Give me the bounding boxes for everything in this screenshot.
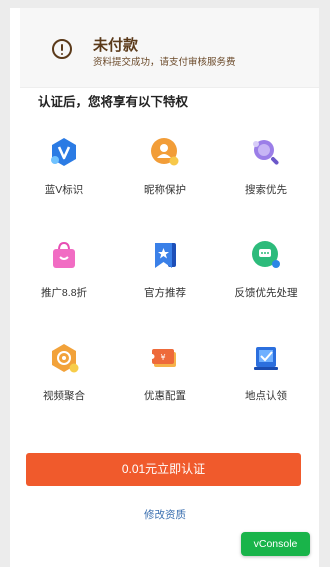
benefit-label: 推广8.8折	[40, 287, 88, 299]
warning-icon	[52, 39, 72, 59]
search-priority-icon	[253, 140, 279, 165]
svg-text:¥: ¥	[160, 353, 165, 362]
pay-verify-button[interactable]: 0.01元立即认证	[26, 453, 301, 486]
benefit-label: 优惠配置	[144, 390, 186, 402]
status-title: 未付款	[93, 37, 139, 54]
status-subtitle: 资料提交成功，请支付审核服务费	[93, 57, 236, 68]
benefit-label: 官方推荐	[144, 287, 186, 299]
benefit-label: 反馈优先处理	[234, 287, 298, 299]
location-claim-icon	[254, 347, 278, 370]
benefit-nickname-protect: 昵称保护	[115, 137, 215, 207]
nickname-protect-icon	[151, 138, 179, 166]
feedback-chat-icon	[252, 241, 280, 268]
benefit-label: 昵称保护	[144, 184, 186, 196]
shopping-bag-icon	[53, 241, 75, 268]
benefit-label: 地点认领	[245, 390, 287, 402]
benefits-title: 认证后，您将享有以下特权	[38, 95, 189, 109]
benefit-search-priority: 搜索优先	[216, 137, 316, 207]
benefit-coupon-config: ¥ 优惠配置	[115, 343, 215, 413]
benefit-feedback-priority: 反馈优先处理	[216, 240, 316, 310]
video-aggregate-icon	[52, 344, 79, 373]
benefit-video-aggregate: 视频聚合	[14, 343, 114, 413]
benefit-label: 视频聚合	[43, 390, 85, 402]
bookmark-star-icon	[155, 243, 176, 268]
benefit-label: 搜索优先	[245, 184, 287, 196]
benefit-promotion-discount: 推广8.8折	[14, 240, 114, 310]
benefit-label: 蓝V标识	[44, 184, 84, 196]
blue-v-badge-icon	[51, 138, 76, 166]
payment-status-card: 未付款 资料提交成功，请支付审核服务费	[20, 8, 319, 88]
benefit-location-claim: 地点认领	[216, 343, 316, 413]
coupon-icon: ¥	[150, 349, 176, 367]
vconsole-button[interactable]: vConsole	[241, 532, 310, 556]
benefit-blue-v: 蓝V标识	[14, 137, 114, 207]
modify-qualification-link[interactable]: 修改资质	[0, 507, 330, 522]
benefit-official-recommend: 官方推荐	[115, 240, 215, 310]
